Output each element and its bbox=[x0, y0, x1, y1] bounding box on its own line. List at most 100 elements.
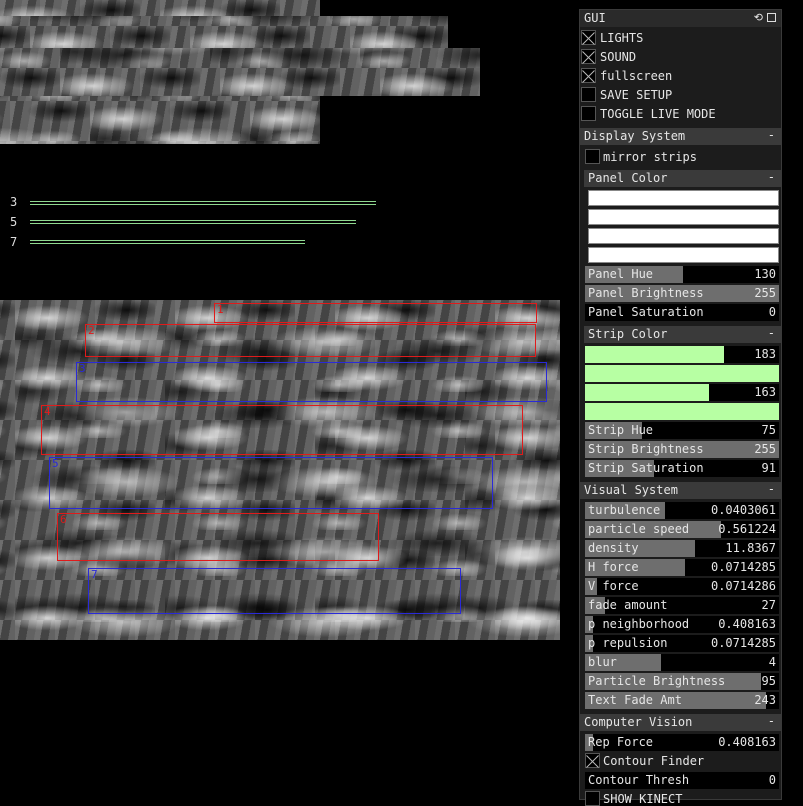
slider-label: Strip Brightness bbox=[588, 442, 704, 456]
region-box-5[interactable]: 5 bbox=[49, 457, 493, 509]
strip-preview-3 bbox=[0, 48, 480, 96]
slider-value: 91 bbox=[761, 461, 776, 475]
p-repulsion-slider[interactable]: p repulsion 0.0714285 bbox=[585, 635, 779, 652]
slider-label: g bbox=[588, 366, 596, 380]
turbulence-slider[interactable]: turbulence 0.0403061 bbox=[585, 502, 779, 519]
region-label: 1 bbox=[217, 303, 224, 316]
slider-value: 0.0714285 bbox=[710, 560, 776, 574]
contour-thresh-slider[interactable]: Contour Thresh 0 bbox=[585, 772, 779, 789]
slider-value: 4 bbox=[768, 655, 776, 669]
strip-hue-slider[interactable]: Strip Hue 75 bbox=[585, 422, 779, 439]
density-slider[interactable]: density 11.8367 bbox=[585, 540, 779, 557]
fullscreen-label: fullscreen bbox=[600, 69, 673, 83]
region-label: 3 bbox=[79, 362, 86, 375]
slider-value: 75 bbox=[761, 423, 776, 437]
p-neighborhood-slider[interactable]: p neighborhood 0.408163 bbox=[585, 616, 779, 633]
panel-color-swatch[interactable] bbox=[588, 247, 779, 263]
slider-value: 163 bbox=[754, 385, 776, 399]
panel-color-header[interactable]: Panel Color - bbox=[584, 170, 781, 187]
lights-checkbox[interactable] bbox=[581, 30, 596, 45]
region-box-6[interactable]: 6 bbox=[57, 513, 379, 561]
strip-line bbox=[30, 201, 376, 202]
fullscreen-checkbox[interactable] bbox=[581, 68, 596, 83]
region-box-3[interactable]: 3 bbox=[76, 362, 547, 402]
rep-force-slider[interactable]: Rep Force 0.408163 bbox=[585, 734, 779, 751]
region-label: 2 bbox=[88, 324, 95, 337]
particle-brightness-slider[interactable]: Particle Brightness 95 bbox=[585, 673, 779, 690]
strip-line bbox=[30, 220, 356, 221]
particle-speed-slider[interactable]: particle speed 0.561224 bbox=[585, 521, 779, 538]
region-box-7[interactable]: 7 bbox=[88, 568, 461, 614]
h-force-slider[interactable]: H force 0.0714285 bbox=[585, 559, 779, 576]
panel-hue-slider[interactable]: Panel Hue 130 bbox=[585, 266, 779, 283]
toggle-live-mode-button[interactable] bbox=[581, 106, 596, 121]
fade-amount-slider[interactable]: fade amount 27 bbox=[585, 597, 779, 614]
collapse-toggle[interactable]: - bbox=[768, 128, 775, 142]
strip-color-b-slider[interactable]: b 163 bbox=[585, 384, 779, 401]
slider-fill bbox=[585, 403, 779, 420]
strip-saturation-slider[interactable]: Strip Saturation 91 bbox=[585, 460, 779, 477]
strip-preview-1 bbox=[0, 0, 320, 16]
slider-value: 130 bbox=[754, 267, 776, 281]
strip-color-header[interactable]: Strip Color - bbox=[584, 326, 781, 343]
slider-value: 0.0714286 bbox=[710, 579, 776, 593]
slider-label: Strip Hue bbox=[588, 423, 654, 437]
slider-label: b bbox=[588, 385, 596, 399]
strip-color-g-slider[interactable]: g 255 bbox=[585, 365, 779, 382]
sound-checkbox[interactable] bbox=[581, 49, 596, 64]
strip-brightness-slider[interactable]: Strip Brightness 255 bbox=[585, 441, 779, 458]
strip-label: 7 bbox=[10, 235, 18, 249]
slider-value: 0.408163 bbox=[718, 617, 776, 631]
gui-title: GUI bbox=[584, 11, 606, 25]
collapse-toggle[interactable]: - bbox=[768, 326, 775, 340]
slider-label: fade amount bbox=[588, 598, 668, 612]
v-force-slider[interactable]: V force 0.0714286 bbox=[585, 578, 779, 595]
computer-vision-header[interactable]: Computer Vision - bbox=[580, 714, 781, 731]
slider-label: Panel Hue bbox=[588, 267, 654, 281]
slider-value: 27 bbox=[761, 598, 776, 612]
slider-label: Text Fade Amt bbox=[588, 693, 682, 707]
panel-color-swatch[interactable] bbox=[588, 190, 779, 206]
strip-label: 5 bbox=[10, 215, 18, 229]
region-label: 4 bbox=[44, 405, 51, 418]
slider-label: Particle Brightness bbox=[588, 674, 726, 688]
panel-brightness-slider[interactable]: Panel Brightness 255 bbox=[585, 285, 779, 302]
slider-fill bbox=[585, 346, 724, 363]
blur-slider[interactable]: blur 4 bbox=[585, 654, 779, 671]
text-fade-amt-slider[interactable]: Text Fade Amt 243 bbox=[585, 692, 779, 709]
strip-line bbox=[30, 223, 356, 224]
slider-fill bbox=[585, 365, 779, 382]
panel-color-swatch[interactable] bbox=[588, 228, 779, 244]
region-box-2[interactable]: 2 bbox=[85, 324, 536, 357]
section-title: Visual System bbox=[584, 483, 678, 497]
show-kinect-checkbox[interactable] bbox=[585, 791, 600, 806]
region-label: 5 bbox=[52, 457, 59, 470]
collapse-toggle[interactable]: - bbox=[768, 714, 775, 728]
strip-color-r-slider[interactable]: r 183 bbox=[585, 346, 779, 363]
slider-label: p repulsion bbox=[588, 636, 668, 650]
slider-label: particle speed bbox=[588, 522, 690, 536]
panel-saturation-slider[interactable]: Panel Saturation 0 bbox=[585, 304, 779, 321]
section-title: Strip Color bbox=[588, 327, 668, 341]
visual-system-header[interactable]: Visual System - bbox=[580, 482, 781, 499]
save-icon[interactable] bbox=[767, 13, 776, 22]
refresh-icon[interactable]: ⟲ bbox=[754, 11, 763, 24]
gui-header[interactable]: GUI ⟲ bbox=[580, 10, 781, 27]
slider-value: 0.0403061 bbox=[710, 503, 776, 517]
contour-finder-checkbox[interactable] bbox=[585, 753, 600, 768]
region-box-1[interactable]: 1 bbox=[214, 303, 537, 323]
display-system-header[interactable]: Display System - bbox=[580, 128, 781, 145]
slider-label: r bbox=[588, 347, 596, 361]
strip-line bbox=[30, 240, 305, 241]
slider-label: H force bbox=[588, 560, 639, 574]
save-setup-button[interactable] bbox=[581, 87, 596, 102]
region-box-4[interactable]: 4 bbox=[41, 405, 523, 455]
panel-color-swatch[interactable] bbox=[588, 209, 779, 225]
strip-color-a-slider[interactable]: a 255 bbox=[585, 403, 779, 420]
slider-value: 255 bbox=[754, 366, 776, 380]
slider-value: 0 bbox=[768, 305, 776, 319]
collapse-toggle[interactable]: - bbox=[768, 170, 775, 184]
slider-label: V force bbox=[588, 579, 639, 593]
collapse-toggle[interactable]: - bbox=[768, 482, 775, 496]
mirror-strips-checkbox[interactable] bbox=[585, 149, 600, 164]
